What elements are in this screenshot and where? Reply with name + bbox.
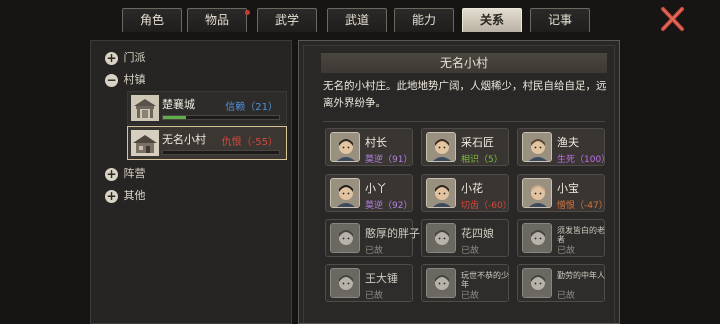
npc-card[interactable]: 玩世不恭的少年 已故: [421, 264, 509, 302]
character-portrait-icon: [522, 268, 552, 298]
relation-bar: [162, 150, 280, 155]
npc-relation: 生死（100）: [557, 155, 611, 165]
expand-plus-icon[interactable]: +: [105, 167, 118, 181]
place-name: 楚襄城: [162, 98, 195, 111]
character-portrait-icon: [426, 268, 456, 298]
close-x-icon[interactable]: [657, 4, 687, 34]
character-portrait-icon: [426, 223, 456, 253]
tab-abilities[interactable]: 能力: [394, 8, 454, 32]
npc-relation: 相识（5）: [461, 155, 503, 165]
npc-relation: 莫逆（92）: [365, 201, 413, 211]
tab-journal[interactable]: 记事: [530, 8, 590, 32]
village-house-icon: [131, 130, 159, 156]
npc-name: 须发皆白的老者: [557, 226, 605, 244]
npc-card[interactable]: 勤劳的中年人 已故: [517, 264, 605, 302]
place-relation: 仇恨（-55）: [221, 137, 278, 148]
npc-name: 小丫: [365, 182, 387, 195]
tree-item-label: 其他: [123, 189, 146, 202]
character-portrait-icon: [330, 132, 360, 162]
npc-card[interactable]: 小丫莫逆（92）: [325, 174, 413, 212]
npc-name: 渔夫: [557, 136, 579, 149]
character-portrait-icon: [522, 178, 552, 208]
relation-bar-fill: [163, 116, 187, 119]
npc-relation: 已故: [365, 246, 384, 256]
npc-card[interactable]: 小宝憎恨（-47）: [517, 174, 608, 212]
npc-relation: 憎恨（-47）: [557, 201, 608, 211]
divider: [323, 121, 605, 122]
tree-item-sect[interactable]: + 门派: [105, 49, 146, 67]
top-tab-bar: 角色 物品 武学 武道 能力 关系 记事: [0, 0, 720, 34]
npc-name: 勤劳的中年人: [557, 271, 605, 280]
place-name: 无名小村: [162, 133, 206, 146]
tree-item-label: 阵营: [123, 167, 146, 180]
character-portrait-icon: [426, 178, 456, 208]
tree-item-label: 村镇: [123, 73, 146, 86]
npc-card[interactable]: 王大锤 已故: [325, 264, 413, 302]
npc-card[interactable]: 小花切齿（-60）: [421, 174, 512, 212]
place-item-nameless-village[interactable]: 无名小村 仇恨（-55）: [127, 126, 287, 160]
npc-card[interactable]: 花四娘 已故: [421, 219, 509, 257]
character-portrait-icon: [330, 223, 360, 253]
expand-plus-icon[interactable]: +: [105, 51, 118, 65]
relation-bar: [162, 115, 280, 120]
character-portrait-icon: [330, 268, 360, 298]
tab-relations[interactable]: 关系: [462, 8, 522, 32]
collapse-minus-icon[interactable]: −: [105, 73, 118, 87]
npc-name: 憨厚的胖子: [365, 227, 420, 240]
place-description: 无名的小村庄。此地地势广阔，人烟稀少，村民自给自足，远离外界纷争。: [323, 80, 607, 109]
character-portrait-icon: [522, 223, 552, 253]
npc-relation: 切齿（-60）: [461, 201, 512, 211]
character-portrait-icon: [426, 132, 456, 162]
tab-martial-way[interactable]: 武道: [327, 8, 387, 32]
tree-item-label: 门派: [123, 51, 146, 64]
npc-relation: 已故: [557, 291, 576, 301]
tab-items[interactable]: 物品: [187, 8, 247, 32]
npc-name: 花四娘: [461, 227, 494, 240]
npc-relation: 已故: [557, 246, 576, 256]
npc-relation: 已故: [365, 291, 384, 301]
tab-martial-arts[interactable]: 武学: [257, 8, 317, 32]
npc-card[interactable]: 村长莫逆（91）: [325, 128, 413, 166]
npc-name: 小宝: [557, 182, 579, 195]
tree-item-other[interactable]: + 其他: [105, 187, 146, 205]
npc-name: 采石匠: [461, 136, 494, 149]
tree-item-town[interactable]: − 村镇: [105, 71, 146, 89]
npc-name: 小花: [461, 182, 483, 195]
place-item-chuxiang[interactable]: 楚襄城 信赖（21）: [127, 91, 287, 125]
expand-plus-icon[interactable]: +: [105, 189, 118, 203]
npc-relation: 已故: [461, 246, 480, 256]
place-title: 无名小村: [321, 53, 607, 73]
npc-relation: 已故: [461, 291, 480, 301]
relation-category-tree: + 门派 − 村镇 楚襄城 信赖（21） 无名小村 仇恨（-55） + 阵营 +…: [90, 40, 292, 324]
village-gate-icon: [131, 95, 159, 121]
npc-card[interactable]: 须发皆白的老者 已故: [517, 219, 605, 257]
npc-name: 玩世不恭的少年: [461, 271, 509, 289]
notification-dot: [245, 10, 250, 15]
tree-item-camp[interactable]: + 阵营: [105, 165, 146, 183]
place-detail-panel: 无名小村 无名的小村庄。此地地势广阔，人烟稀少，村民自给自足，远离外界纷争。 村…: [298, 40, 620, 324]
npc-card[interactable]: 憨厚的胖子 已故: [325, 219, 420, 257]
tab-character[interactable]: 角色: [122, 8, 182, 32]
npc-name: 村长: [365, 136, 387, 149]
npc-relation: 莫逆（91）: [365, 155, 413, 165]
npc-card[interactable]: 渔夫生死（100）: [517, 128, 610, 166]
character-portrait-icon: [330, 178, 360, 208]
npc-name: 王大锤: [365, 272, 398, 285]
npc-card[interactable]: 采石匠相识（5）: [421, 128, 509, 166]
place-relation: 信赖（21）: [225, 102, 278, 113]
character-portrait-icon: [522, 132, 552, 162]
